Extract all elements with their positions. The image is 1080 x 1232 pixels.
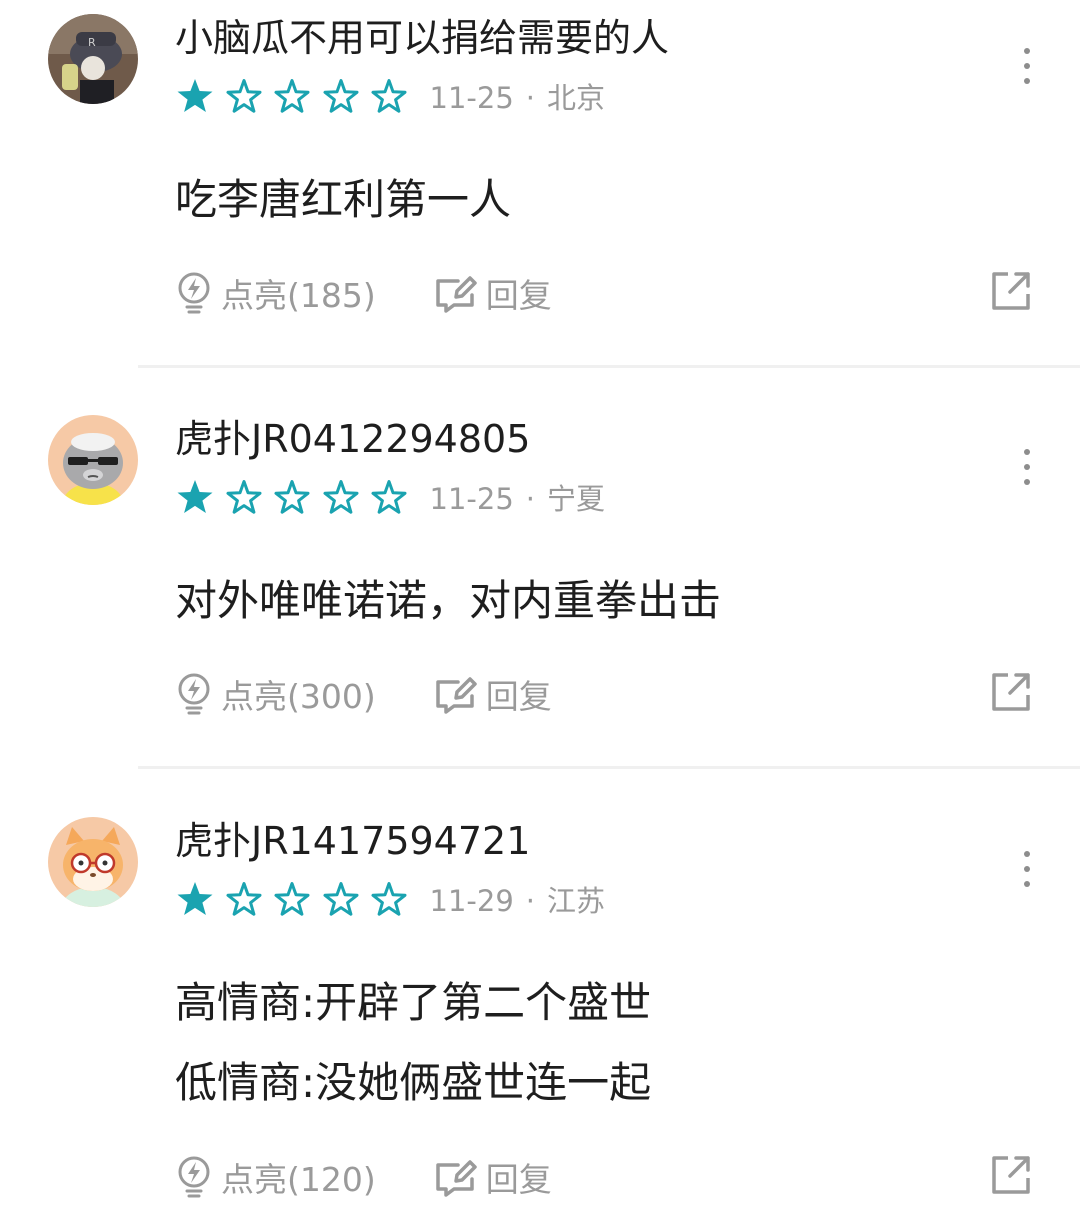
comment-date: 11-25: [429, 482, 514, 516]
more-options-icon[interactable]: [1008, 46, 1046, 86]
reply-button[interactable]: 回复: [434, 670, 552, 718]
star-outline-icon: [371, 882, 407, 916]
light-up-button[interactable]: 点亮(185): [175, 269, 376, 317]
username[interactable]: 虎扑JR1417594721: [175, 817, 530, 865]
fox-glasses-avatar-icon: [48, 817, 138, 907]
star-outline-icon: [226, 882, 261, 916]
lightbulb-bolt-icon: [178, 272, 210, 314]
comment-location: 江苏: [547, 884, 606, 918]
user-avatar[interactable]: [48, 415, 138, 505]
star-outline-icon: [226, 79, 261, 113]
share-icon[interactable]: [990, 671, 1032, 713]
reply-button[interactable]: 回复: [434, 269, 552, 317]
rating-row: 11-25 · 北京: [175, 76, 605, 116]
comment-content: 吃李唐红利第一人: [175, 160, 511, 240]
star-outline-icon: [323, 882, 358, 916]
comment-date: 11-29: [429, 884, 514, 918]
meta-separator: ·: [525, 884, 535, 918]
lightbulb-bolt-icon: [178, 673, 210, 715]
light-up-label: 点亮(185): [221, 276, 376, 315]
star-outline-icon: [323, 79, 358, 113]
comment-meta: 11-25 · 宁夏: [430, 476, 606, 518]
comment-text-line: 低情商:没她俩盛世连一起: [175, 1058, 652, 1107]
comment-meta: 11-25 · 北京: [430, 75, 606, 117]
user-avatar[interactable]: [48, 817, 138, 907]
light-up-label: 点亮(300): [221, 677, 376, 716]
comment-content: 对外唯唯诺诺，对内重拳出击: [175, 561, 721, 641]
lightbulb-bolt-icon: [178, 1156, 210, 1198]
star-filled-icon: [177, 79, 213, 112]
more-options-icon[interactable]: [1008, 849, 1046, 889]
comment-text-line: 吃李唐红利第一人: [175, 175, 512, 224]
reply-label: 回复: [485, 1160, 552, 1199]
rating-row: 11-29 · 江苏: [175, 879, 605, 919]
light-up-button[interactable]: 点亮(120): [175, 1153, 376, 1201]
comment-actions: 点亮(185) 回复: [175, 268, 552, 318]
light-up-button[interactable]: 点亮(300): [175, 670, 376, 718]
star-filled-icon: [177, 882, 213, 915]
star-outline-icon: [274, 79, 310, 113]
svg-text:R: R: [88, 36, 96, 49]
comment-text-line: 对外唯唯诺诺，对内重拳出击: [175, 576, 722, 625]
star-filled-icon: [177, 480, 213, 513]
reply-label: 回复: [485, 276, 552, 315]
comment-actions: 点亮(300) 回复: [175, 669, 552, 719]
cool-cat-avatar-icon: [48, 415, 138, 505]
comment-content: 高情商:开辟了第二个盛世 低情商:没她俩盛世连一起: [175, 963, 651, 1123]
photo-avatar-icon: R: [48, 14, 138, 104]
comment-actions: 点亮(120) 回复: [175, 1152, 552, 1202]
meta-separator: ·: [525, 81, 535, 115]
username[interactable]: 小脑瓜不用可以捐给需要的人: [175, 14, 669, 62]
comment-location: 宁夏: [547, 482, 606, 516]
reply-edit-icon: [436, 677, 477, 714]
divider: [138, 766, 1080, 769]
star-outline-icon: [226, 480, 261, 514]
divider: [138, 365, 1080, 368]
comment-meta: 11-29 · 江苏: [430, 878, 606, 920]
star-outline-icon: [371, 79, 407, 113]
comment-location: 北京: [547, 81, 606, 115]
meta-separator: ·: [525, 482, 535, 516]
reply-edit-icon: [436, 1160, 477, 1197]
comment-text-line: 高情商:开辟了第二个盛世: [175, 978, 652, 1027]
light-up-label: 点亮(120): [221, 1160, 376, 1199]
star-outline-icon: [274, 480, 310, 514]
reply-button[interactable]: 回复: [434, 1153, 552, 1201]
star-outline-icon: [323, 480, 358, 514]
more-options-icon[interactable]: [1008, 447, 1046, 487]
star-outline-icon: [274, 882, 310, 916]
share-icon[interactable]: [990, 270, 1032, 312]
star-outline-icon: [371, 480, 407, 514]
rating-row: 11-25 · 宁夏: [175, 477, 605, 517]
reply-edit-icon: [436, 276, 477, 313]
star-rating: [175, 477, 418, 517]
comment-date: 11-25: [429, 81, 514, 115]
share-icon[interactable]: [990, 1154, 1032, 1196]
user-avatar[interactable]: R: [48, 14, 138, 104]
reply-label: 回复: [485, 677, 552, 716]
username[interactable]: 虎扑JR0412294805: [175, 415, 530, 463]
star-rating: [175, 76, 418, 116]
star-rating: [175, 879, 418, 919]
